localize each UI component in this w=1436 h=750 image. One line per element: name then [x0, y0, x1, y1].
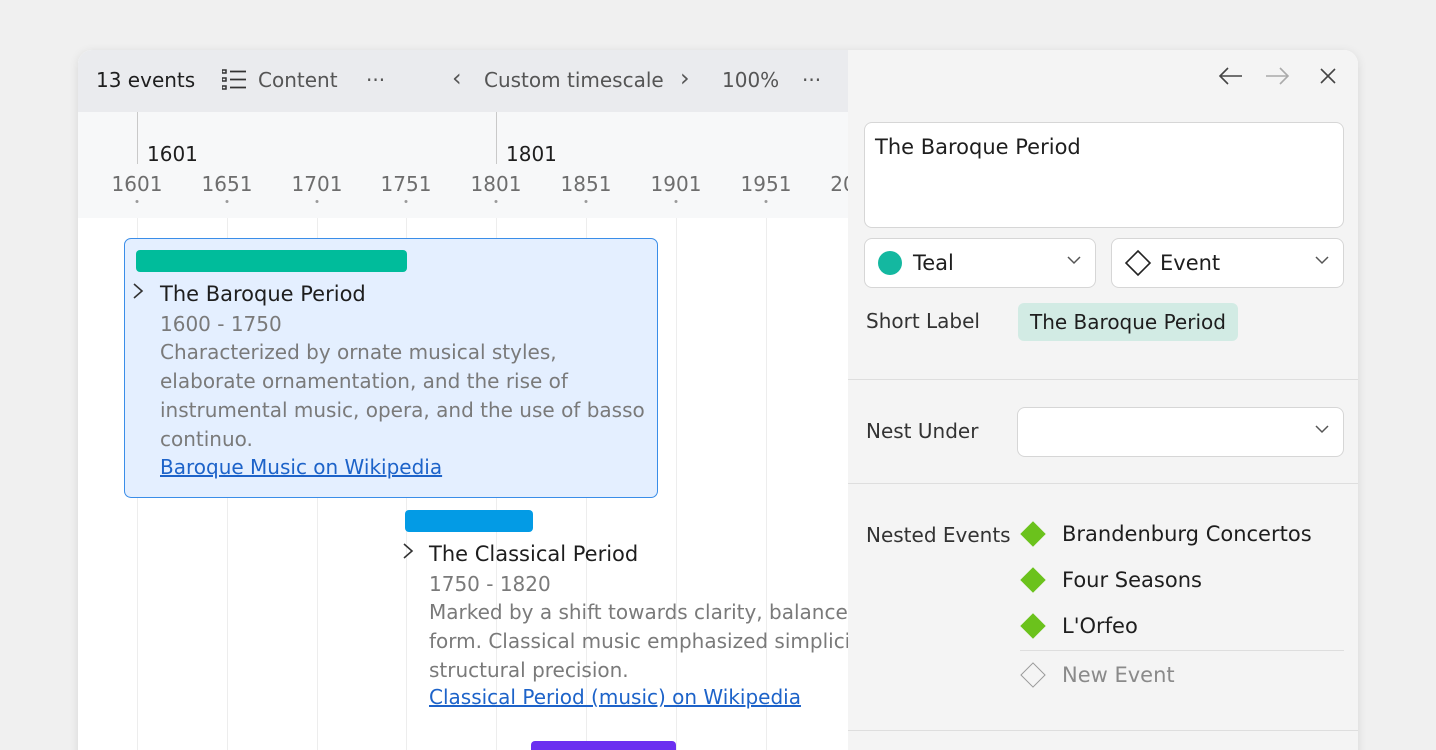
event-bar-third[interactable]: [531, 741, 676, 750]
tick-dot: [584, 200, 588, 203]
tick-dot: [494, 200, 498, 203]
nest-under-caption: Nest Under: [866, 419, 979, 443]
tick-dot: [404, 200, 408, 203]
forward-arrow-icon[interactable]: [1264, 64, 1290, 94]
major-label: 1601: [147, 142, 198, 166]
event-dates: 1600 - 1750: [160, 312, 282, 336]
chevron-down-icon: [1067, 256, 1081, 265]
event-description-line: continuo.: [160, 427, 253, 451]
nested-events-caption: Nested Events: [866, 523, 1011, 547]
app-window: 13 events Content ··· ‹ Custom timescale…: [78, 50, 1358, 750]
event-description-line: instrumental music, opera, and the use o…: [160, 398, 645, 422]
tick-dot: [674, 200, 678, 203]
section-divider: [848, 379, 1358, 380]
nested-event-label: Four Seasons: [1062, 568, 1202, 592]
tick-label: 1951: [740, 172, 792, 196]
event-count: 13 events: [96, 68, 196, 92]
event-description-line: Marked by a shift towards clarity, balan…: [429, 600, 848, 624]
event-title[interactable]: The Classical Period: [429, 542, 638, 566]
event-description-line: form. Classical music emphasized simplic…: [429, 629, 848, 653]
gridline: [676, 218, 677, 750]
content-button[interactable]: Content: [222, 68, 338, 92]
time-ruler: 1601 1801 1601 1651 1701 1751 1801 1851 …: [78, 112, 848, 218]
tick-dot: [315, 200, 319, 203]
nested-event-item[interactable]: L'Orfeo: [1020, 613, 1138, 639]
event-bar-classical[interactable]: [405, 510, 533, 532]
color-swatch-icon: [878, 251, 902, 275]
nested-event-item[interactable]: Brandenburg Concertos: [1020, 521, 1312, 547]
new-event-button[interactable]: New Event: [1020, 662, 1175, 688]
more-options-button-2[interactable]: ···: [802, 68, 821, 92]
diamond-outline-icon: [1020, 662, 1046, 688]
major-tick: [137, 112, 138, 164]
nested-event-item[interactable]: Four Seasons: [1020, 567, 1202, 593]
diamond-icon: [1020, 567, 1046, 593]
next-timescale-button[interactable]: ›: [680, 64, 690, 92]
expand-chevron-icon[interactable]: [402, 542, 414, 565]
color-select-value: Teal: [913, 251, 954, 275]
section-divider: [848, 730, 1358, 731]
short-label-caption: Short Label: [866, 309, 980, 333]
back-arrow-icon[interactable]: [1218, 64, 1244, 94]
type-select-value: Event: [1160, 251, 1221, 275]
event-title-input[interactable]: The Baroque Period: [864, 122, 1344, 228]
tick-label: 1901: [650, 172, 702, 196]
event-description-line: Characterized by ornate musical styles,: [160, 340, 557, 364]
event-title[interactable]: The Baroque Period: [160, 282, 366, 306]
tick-label: 1701: [291, 172, 343, 196]
event-link[interactable]: Classical Period (music) on Wikipedia: [429, 685, 801, 709]
tick-label: 1801: [470, 172, 522, 196]
tick-dot: [135, 200, 139, 203]
close-icon[interactable]: [1318, 64, 1338, 94]
event-link[interactable]: Baroque Music on Wikipedia: [160, 455, 442, 479]
tick-label: 1851: [560, 172, 612, 196]
tick-label: 1751: [380, 172, 432, 196]
zoom-level[interactable]: 100%: [722, 68, 779, 92]
short-label-chip[interactable]: The Baroque Period: [1018, 303, 1238, 341]
diamond-icon: [1020, 521, 1046, 547]
content-label: Content: [258, 68, 338, 92]
event-description-line: elaborate ornamentation, and the rise of: [160, 369, 568, 393]
gridline: [766, 218, 767, 750]
event-description-line: structural precision.: [429, 658, 629, 682]
chevron-down-icon: [1315, 256, 1329, 265]
nested-event-label: Brandenburg Concertos: [1062, 522, 1312, 546]
tick-label: 1601: [111, 172, 163, 196]
tick-dot: [764, 200, 768, 203]
nest-under-select[interactable]: [1017, 407, 1344, 457]
expand-chevron-icon[interactable]: [132, 282, 144, 305]
list-icon: [222, 69, 246, 90]
timescale-label[interactable]: Custom timescale: [484, 68, 664, 92]
inspector-pane: The Baroque Period Teal Event Short Labe…: [848, 50, 1358, 750]
diamond-icon: [1020, 613, 1046, 639]
tick-label: 20: [830, 172, 848, 196]
timeline-pane: 13 events Content ··· ‹ Custom timescale…: [78, 50, 848, 750]
new-event-label: New Event: [1062, 663, 1175, 687]
list-divider: [1020, 650, 1344, 651]
timeline-toolbar: 13 events Content ··· ‹ Custom timescale…: [78, 50, 848, 112]
chevron-down-icon: [1315, 425, 1329, 434]
major-label: 1801: [506, 142, 557, 166]
more-options-button[interactable]: ···: [366, 68, 385, 92]
nested-event-label: L'Orfeo: [1062, 614, 1138, 638]
prev-timescale-button[interactable]: ‹: [452, 64, 462, 92]
event-dates: 1750 - 1820: [429, 572, 551, 596]
major-tick: [496, 112, 497, 164]
type-select[interactable]: Event: [1111, 238, 1344, 288]
color-select[interactable]: Teal: [864, 238, 1096, 288]
tick-dot: [225, 200, 229, 203]
section-divider: [848, 483, 1358, 484]
tick-label: 1651: [201, 172, 253, 196]
diamond-outline-icon: [1124, 249, 1152, 277]
event-bar-baroque[interactable]: [136, 250, 407, 272]
